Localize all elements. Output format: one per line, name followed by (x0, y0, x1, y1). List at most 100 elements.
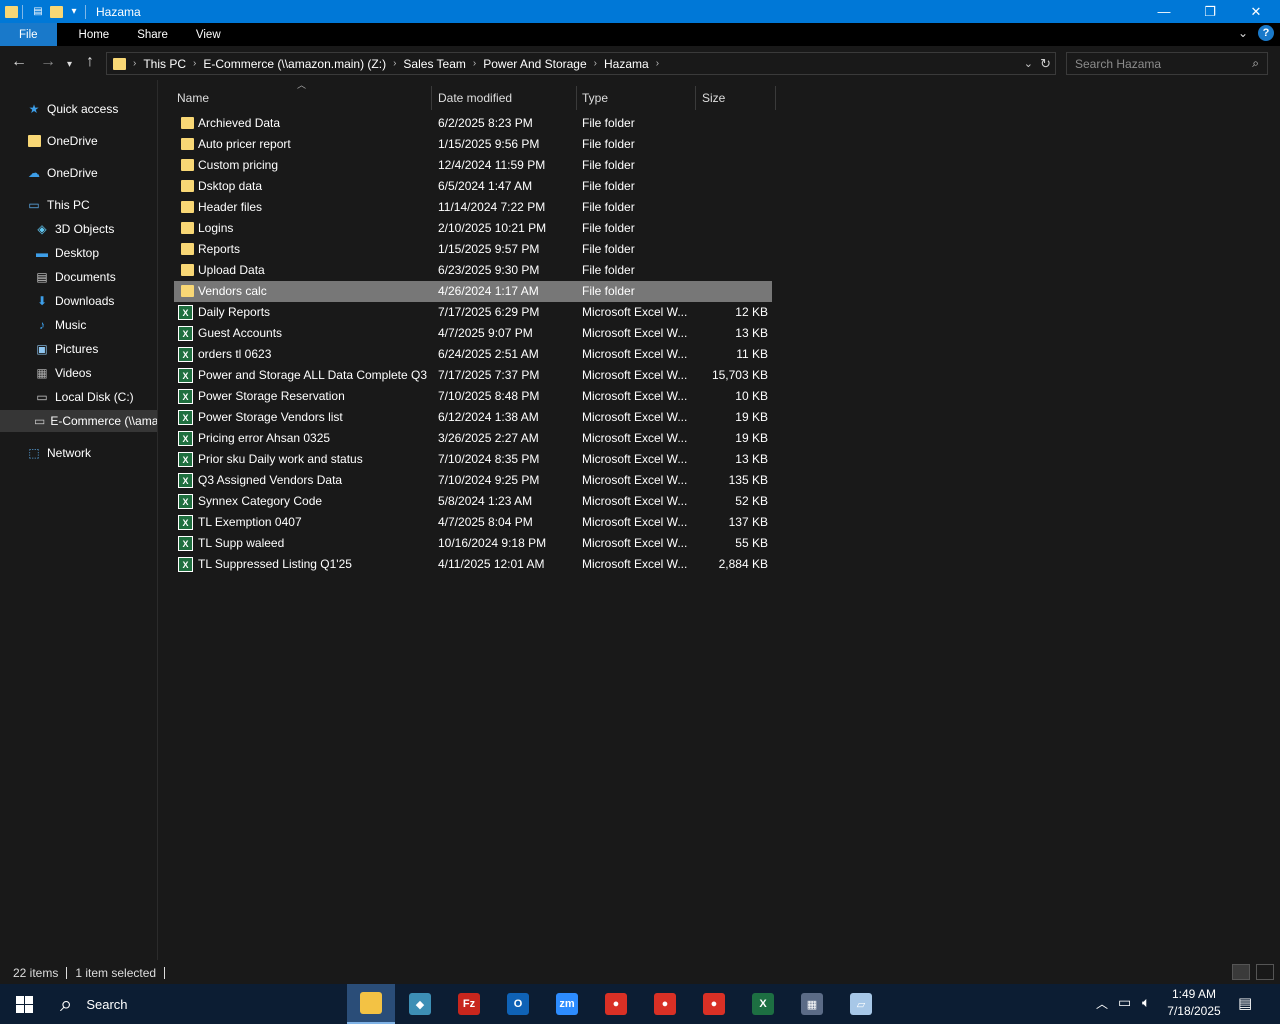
file-date-modified: 12/4/2024 11:59 PM (438, 158, 546, 172)
file-explorer-app[interactable] (347, 984, 395, 1024)
zoom-app[interactable]: zm (543, 984, 591, 1024)
network-status-icon[interactable]: ▭ (1118, 994, 1131, 1011)
sidebar-item-3d-objects[interactable]: ◈ 3D Objects (34, 218, 156, 240)
search-input[interactable]: Search Hazama ⌕ (1066, 52, 1268, 75)
large-icons-view-button[interactable] (1256, 964, 1274, 980)
address-bar[interactable]: › This PC › E-Commerce (\\amazon.main) (… (106, 52, 1056, 75)
notification-icon[interactable]: ▤ (1238, 994, 1252, 1012)
details-view-button[interactable] (1232, 964, 1250, 980)
chrome-app-3[interactable]: ● (690, 984, 738, 1024)
file-row[interactable]: Vendors calc 4/26/2024 1:17 AM File folder (174, 281, 772, 302)
file-row[interactable]: Upload Data 6/23/2025 9:30 PM File folder (174, 260, 772, 281)
chrome-app[interactable]: ● (592, 984, 640, 1024)
tab-share[interactable]: Share (123, 23, 182, 46)
file-date-modified: 6/23/2025 9:30 PM (438, 263, 540, 277)
minimize-button[interactable]: — (1141, 0, 1187, 23)
sidebar-item-documents[interactable]: ▤ Documents (34, 266, 156, 288)
file-row[interactable]: Reports 1/15/2025 9:57 PM File folder (174, 239, 772, 260)
up-arrow-icon[interactable]: ↑ (86, 54, 94, 70)
sidebar-item-desktop[interactable]: ▬ Desktop (34, 242, 156, 264)
file-row[interactable]: X TL Supp waleed 10/16/2024 9:18 PM Microso… (174, 533, 772, 554)
help-icon[interactable]: ? (1258, 25, 1274, 41)
breadcrumb-hazama[interactable]: Hazama (604, 57, 649, 71)
clock[interactable]: 1:49 AM 7/18/2025 (1162, 986, 1226, 1020)
excel-app[interactable]: X (739, 984, 787, 1024)
file-row[interactable]: X Prior sku Daily work and status 7/10/202… (174, 449, 772, 470)
breadcrumb-power-and-storage[interactable]: Power And Storage (483, 57, 586, 71)
sidebar-item-onedrive[interactable]: ☁ OneDrive (26, 162, 156, 184)
file-row[interactable]: Dsktop data 6/5/2024 1:47 AM File folder (174, 176, 772, 197)
show-hidden-icons-icon[interactable]: ︿ (1096, 995, 1108, 1012)
file-row[interactable]: X Daily Reports 7/17/2025 6:29 PM Microsoft… (174, 302, 772, 323)
file-date-modified: 6/24/2025 2:51 AM (438, 347, 539, 361)
expand-ribbon-icon[interactable]: ⌄ (1238, 26, 1248, 40)
sidebar-item-pictures[interactable]: ▣ Pictures (34, 338, 156, 360)
breadcrumb-sales-team[interactable]: Sales Team (403, 57, 465, 71)
properties-icon[interactable]: ▤ (31, 5, 45, 19)
file-row[interactable]: X Power and Storage ALL Data Complete Q3 7… (174, 365, 772, 386)
sidebar-item-local-disk[interactable]: ▭ Local Disk (C:) (34, 386, 156, 408)
refresh-icon[interactable]: ↻ (1040, 56, 1051, 72)
column-header-type[interactable]: Type (578, 86, 696, 110)
back-arrow-icon[interactable]: ← (11, 54, 27, 70)
sidebar-item-network[interactable]: ⬚ Network (26, 442, 156, 464)
breadcrumb-this-pc[interactable]: This PC (143, 57, 186, 71)
breadcrumb-separator[interactable]: › (656, 58, 659, 69)
breadcrumb-separator[interactable]: › (133, 58, 136, 69)
app-icon[interactable]: ◆ (396, 984, 444, 1024)
tab-home[interactable]: Home (57, 23, 124, 46)
restore-button[interactable]: ❐ (1187, 0, 1233, 23)
outlook-app[interactable]: O (494, 984, 542, 1024)
sidebar-item-downloads[interactable]: ⬇ Downloads (34, 290, 156, 312)
file-row[interactable]: X Synnex Category Code 5/8/2024 1:23 AM Mic… (174, 491, 772, 512)
sidebar-item-this-pc[interactable]: ▭ This PC (26, 194, 156, 216)
file-row[interactable]: X Guest Accounts 4/7/2025 9:07 PM Microsoft… (174, 323, 772, 344)
breadcrumb-e-commerce[interactable]: E-Commerce (\\amazon.main) (Z:) (203, 57, 386, 71)
sidebar-item-e-commerce-drive[interactable]: ▭ E-Commerce (\\amazon.main) (Z:) (0, 410, 157, 432)
column-header-size[interactable]: Size (698, 86, 776, 110)
file-row[interactable]: X Power Storage Reservation 7/10/2025 8:48… (174, 386, 772, 407)
search-icon[interactable]: ⌕ (1252, 56, 1259, 71)
start-button[interactable] (0, 984, 48, 1024)
file-size: 13 KB (735, 326, 768, 340)
address-dropdown-icon[interactable]: ⌄ (1024, 57, 1033, 70)
tab-view[interactable]: View (182, 23, 235, 46)
chrome-app-2[interactable]: ● (641, 984, 689, 1024)
file-row[interactable]: Custom pricing 12/4/2024 11:59 PM File fol… (174, 155, 772, 176)
new-folder-icon[interactable] (49, 5, 63, 19)
sidebar-item-onedrive-folder[interactable]: OneDrive (26, 130, 156, 152)
file-name: TL Supp waleed (198, 536, 285, 550)
volume-icon[interactable]: 🔈︎ (1142, 994, 1150, 1011)
column-header-name[interactable]: Name (173, 86, 432, 110)
filezilla-app[interactable]: Fz (445, 984, 493, 1024)
taskbar-search-button[interactable]: ⌕ Search (48, 984, 128, 1024)
file-row[interactable]: X Pricing error Ahsan 0325 3/26/2025 2:27 … (174, 428, 772, 449)
file-row[interactable]: Header files 11/14/2024 7:22 PM File folde… (174, 197, 772, 218)
notes-app[interactable]: ▱ (837, 984, 885, 1024)
column-header-date-modified[interactable]: Date modified (434, 86, 577, 110)
close-button[interactable]: ✕ (1233, 0, 1279, 23)
sidebar-item-music[interactable]: ♪ Music (34, 314, 156, 336)
forward-arrow-icon[interactable]: → (40, 54, 56, 70)
file-row[interactable]: X Power Storage Vendors list 6/12/2024 1:3… (174, 407, 772, 428)
file-row[interactable]: X Q3 Assigned Vendors Data 7/10/2024 9:25 … (174, 470, 772, 491)
sidebar-item-label: Network (47, 446, 92, 460)
breadcrumb-separator[interactable]: › (393, 58, 396, 69)
sidebar-item-videos[interactable]: ▦ Videos (34, 362, 156, 384)
calculator-app[interactable]: ▦ (788, 984, 836, 1024)
sidebar-item-quick-access[interactable]: ★ Quick access (26, 98, 156, 120)
breadcrumb-separator[interactable]: › (193, 58, 196, 69)
file-row[interactable]: Auto pricer report 1/15/2025 9:56 PM File … (174, 134, 772, 155)
file-row[interactable]: X TL Suppressed Listing Q1'25 4/11/2025 12… (174, 554, 772, 575)
quick-access-dropdown-icon[interactable]: ▾ (67, 5, 81, 19)
recent-locations-icon[interactable]: ▾ (67, 57, 72, 73)
file-name: Prior sku Daily work and status (198, 452, 363, 466)
breadcrumb-separator[interactable]: › (473, 58, 476, 69)
file-row[interactable]: Logins 2/10/2025 10:21 PM File folder (174, 218, 772, 239)
file-row[interactable]: Archieved Data 6/2/2025 8:23 PM File folde… (174, 113, 772, 134)
file-row[interactable]: Xorders tl 0623 6/24/2025 2:51 AM Microsof… (174, 344, 772, 365)
folder-icon[interactable] (4, 5, 18, 19)
file-row[interactable]: X TL Exemption 0407 4/7/2025 8:04 PM Micros… (174, 512, 772, 533)
breadcrumb-separator[interactable]: › (594, 58, 597, 69)
tab-file[interactable]: File (0, 23, 57, 46)
